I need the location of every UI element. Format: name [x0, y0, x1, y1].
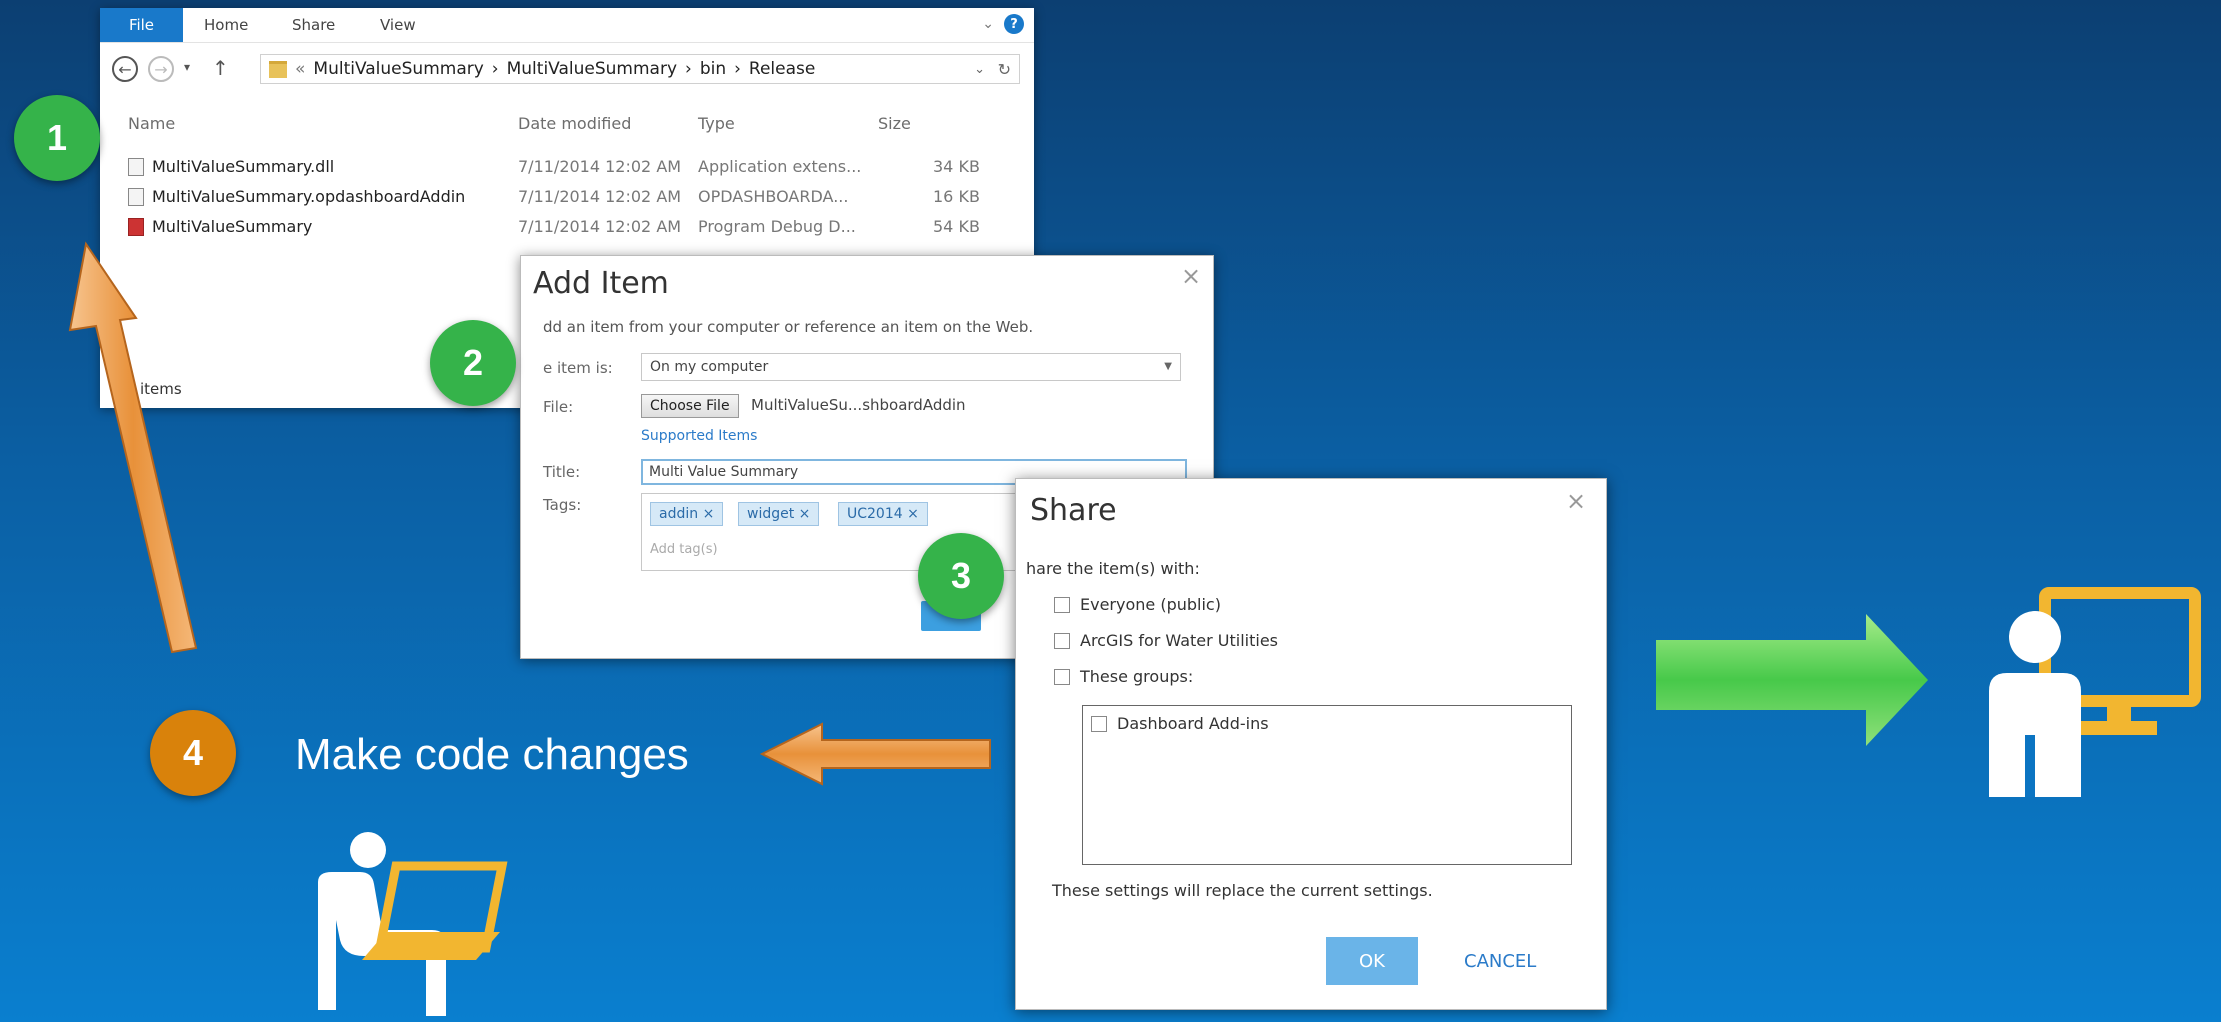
arrow-up-to-step1	[68, 241, 198, 654]
step-badge-3: 3	[918, 533, 1004, 619]
developer-laptop-icon	[318, 832, 508, 1016]
step-badge-4: 4	[150, 710, 236, 796]
arrow-right-green	[1656, 614, 1928, 746]
step4-label: Make code changes	[295, 730, 689, 779]
step-badge-2: 2	[430, 320, 516, 406]
user-desktop-icon	[1989, 587, 2201, 797]
arrow-left-to-step4	[759, 722, 991, 786]
step-badge-1: 1	[14, 95, 100, 181]
